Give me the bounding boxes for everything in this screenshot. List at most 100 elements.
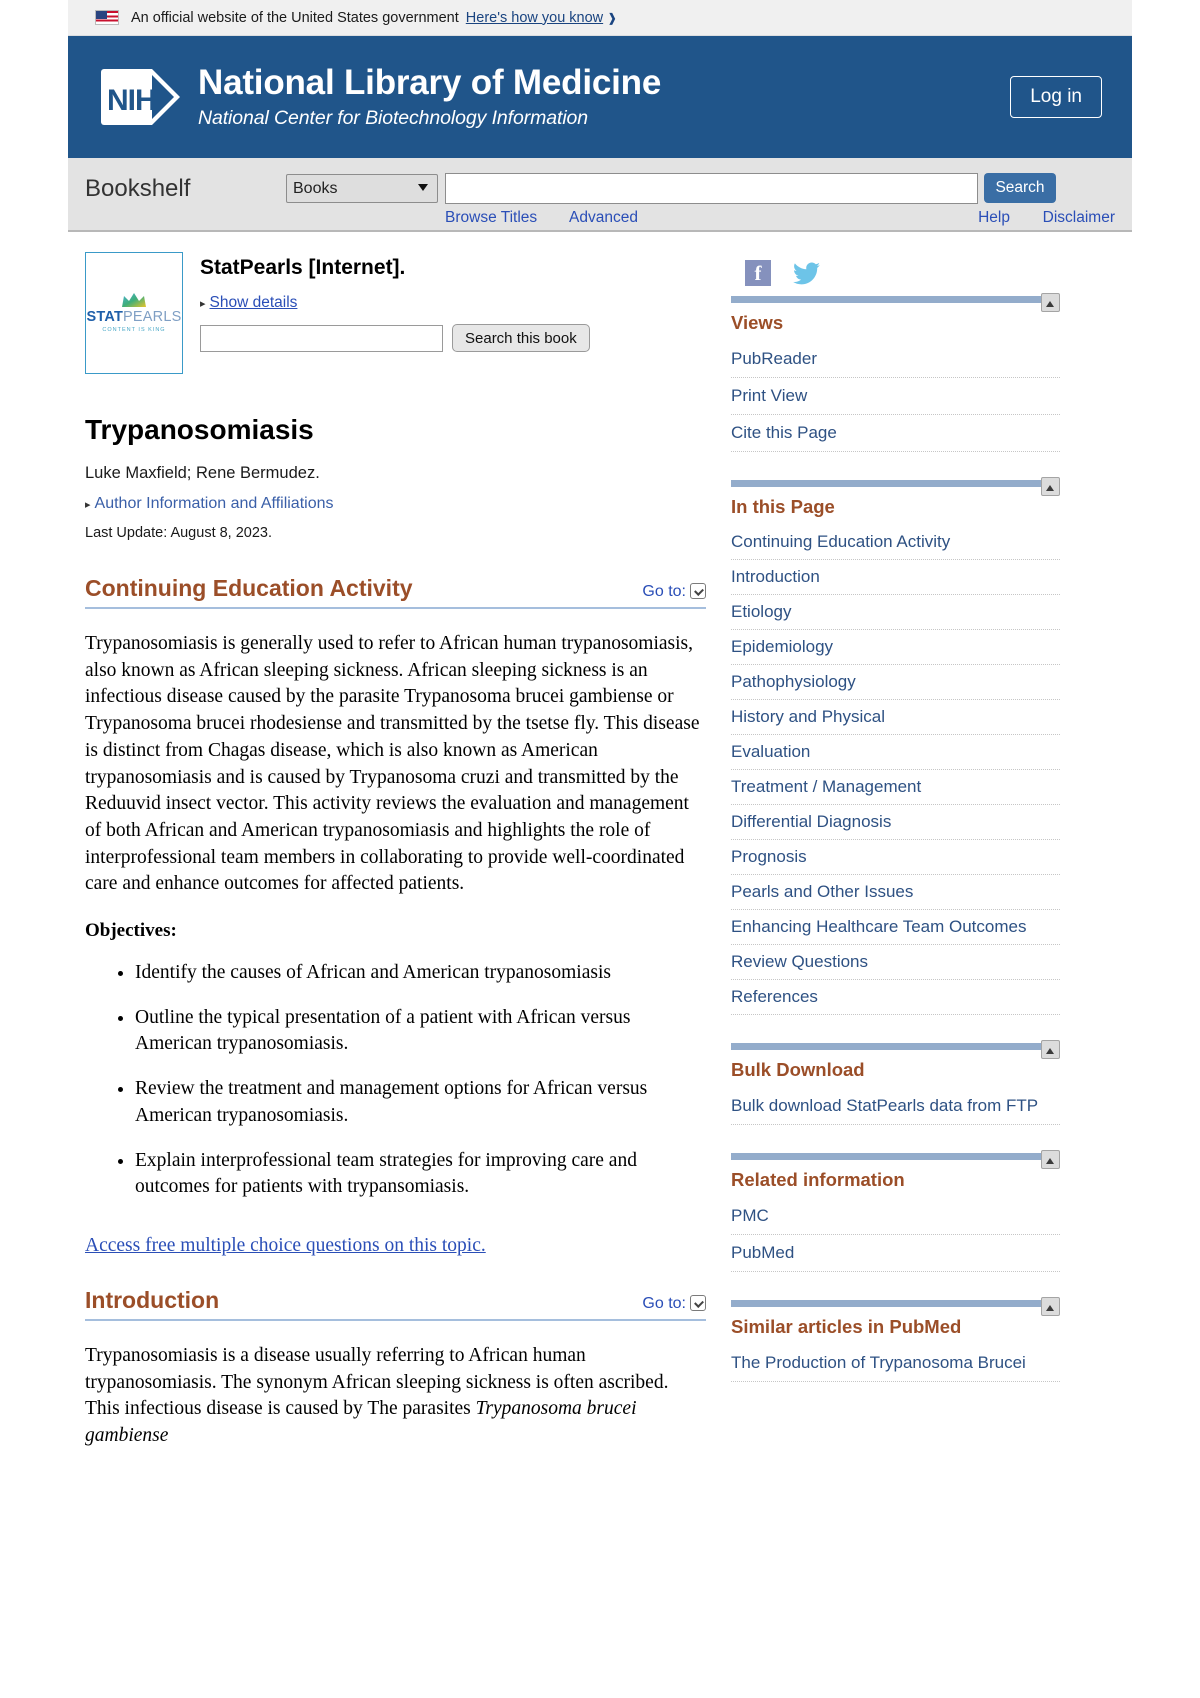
crown-icon [122, 293, 146, 307]
list-item: Pearls and Other Issues [731, 875, 1060, 910]
list-item: Review Questions [731, 945, 1060, 980]
sidebar-block-bulk-download: Bulk Download Bulk download StatPearls d… [731, 1040, 1060, 1125]
sidebar-block-related-information: Related information PMC PubMed [731, 1150, 1060, 1272]
main-column: STATPEARLS CONTENT IS KING StatPearls [I… [68, 246, 723, 1472]
sidebar-related-information-list: PMC PubMed [731, 1198, 1060, 1272]
sidebar-item-introduction[interactable]: Introduction [731, 567, 820, 586]
sidebar-item-pathophysiology[interactable]: Pathophysiology [731, 672, 856, 691]
book-search-input[interactable] [200, 324, 443, 352]
collapse-icon[interactable] [1041, 1150, 1060, 1169]
page-root: An official website of the United States… [0, 0, 1200, 1472]
list-item: Differential Diagnosis [731, 805, 1060, 840]
book-cover-image[interactable]: STATPEARLS CONTENT IS KING [85, 252, 183, 374]
collapse-icon[interactable] [1041, 477, 1060, 496]
author-information-link[interactable]: Author Information and Affiliations [95, 495, 334, 513]
divider [731, 296, 1060, 303]
browse-titles-link[interactable]: Browse Titles [445, 209, 537, 227]
mcq-link[interactable]: Access free multiple choice questions on… [85, 1235, 486, 1257]
list-item: Enhancing Healthcare Team Outcomes [731, 910, 1060, 945]
chevron-down-box-icon[interactable] [690, 1294, 706, 1311]
disclaimer-link[interactable]: Disclaimer [1043, 209, 1115, 227]
sidebar-item-history-and-physical[interactable]: History and Physical [731, 707, 885, 726]
list-item: References [731, 980, 1060, 1015]
book-header: STATPEARLS CONTENT IS KING StatPearls [I… [85, 252, 706, 374]
statpearls-tagline: CONTENT IS KING [102, 326, 166, 333]
us-flag-icon [95, 10, 119, 25]
sidebar-item-cite-this-page[interactable]: Cite this Page [731, 423, 837, 442]
sidebar-item-treatment-management[interactable]: Treatment / Management [731, 777, 921, 796]
list-item: Treatment / Management [731, 770, 1060, 805]
sidebar-item-evaluation[interactable]: Evaluation [731, 742, 810, 761]
sidebar-item-pmc[interactable]: PMC [731, 1206, 769, 1225]
show-details-link[interactable]: Show details [210, 294, 298, 312]
ncbi-subtitle: National Center for Biotechnology Inform… [198, 107, 589, 130]
chevron-down-icon[interactable]: ❱ [607, 11, 617, 25]
sidebar-item-enhancing-healthcare-team-outcomes[interactable]: Enhancing Healthcare Team Outcomes [731, 917, 1026, 936]
section-title: Introduction [85, 1286, 220, 1313]
sidebar-block-title: In this Page [731, 477, 1060, 525]
list-item: PubReader [731, 341, 1060, 378]
statpearls-wordmark: STATPEARLS [86, 309, 182, 325]
divider [731, 1300, 1060, 1307]
goto-control[interactable]: Go to: [642, 1294, 706, 1313]
sidebar-in-this-page-title: In this Page [731, 496, 835, 517]
list-item: History and Physical [731, 700, 1060, 735]
site-name: Bookshelf [85, 175, 191, 202]
list-item: PMC [731, 1198, 1060, 1235]
sidebar-block-title: Related information [731, 1150, 1060, 1198]
goto-control[interactable]: Go to: [642, 583, 706, 601]
content-wrapper: STATPEARLS CONTENT IS KING StatPearls [I… [68, 232, 1132, 1472]
login-button[interactable]: Log in [1010, 76, 1102, 118]
sidebar-item-bulk-download-ftp[interactable]: Bulk download StatPearls data from FTP [731, 1096, 1038, 1115]
chevron-down-box-icon[interactable] [690, 583, 706, 599]
sidebar-item-pubmed[interactable]: PubMed [731, 1243, 794, 1262]
sidebar-item-pearls-and-other-issues[interactable]: Pearls and Other Issues [731, 882, 913, 901]
sidebar-item-pubreader[interactable]: PubReader [731, 349, 817, 368]
gov-banner: An official website of the United States… [68, 0, 1132, 36]
collapse-icon[interactable] [1041, 293, 1060, 312]
sidebar-item-references[interactable]: References [731, 987, 818, 1006]
list-item: Pathophysiology [731, 665, 1060, 700]
sidebar-item-review-questions[interactable]: Review Questions [731, 952, 868, 971]
sidebar-item-continuing-education-activity[interactable]: Continuing Education Activity [731, 532, 950, 551]
nlm-logo[interactable]: NIH National Library of Medicine Nationa… [100, 65, 661, 128]
list-item: The Production of Trypanosoma Brucei [731, 1345, 1060, 1382]
help-link[interactable]: Help [978, 209, 1010, 227]
search-input[interactable] [445, 173, 978, 204]
sidebar-item-prognosis[interactable]: Prognosis [731, 847, 807, 866]
collapse-icon[interactable] [1041, 1297, 1060, 1316]
sidebar-item-print-view[interactable]: Print View [731, 386, 807, 405]
sidebar-similar-articles-list: The Production of Trypanosoma Brucei [731, 1345, 1060, 1382]
show-details-row: ▸ Show details [200, 294, 590, 324]
search-this-book-button[interactable]: Search this book [452, 324, 590, 352]
sidebar-similar-articles-title: Similar articles in PubMed [731, 1316, 962, 1337]
sidebar: f Views PubReader Print View Cite this P… [723, 246, 1072, 1472]
sidebar-item-epidemiology[interactable]: Epidemiology [731, 637, 833, 656]
advanced-search-link[interactable]: Advanced [569, 209, 638, 227]
section-header-introduction: Introduction Go to: [85, 1287, 706, 1321]
list-item: Introduction [731, 560, 1060, 595]
sidebar-views-title: Views [731, 312, 784, 333]
sidebar-block-in-this-page: In this Page Continuing Education Activi… [731, 477, 1060, 1015]
divider [731, 1153, 1060, 1160]
sidebar-item-differential-diagnosis[interactable]: Differential Diagnosis [731, 812, 891, 831]
sidebar-item-similar-article-1[interactable]: The Production of Trypanosoma Brucei [731, 1353, 1026, 1372]
chevron-down-icon [418, 184, 428, 191]
sidebar-item-etiology[interactable]: Etiology [731, 602, 791, 621]
facebook-icon[interactable]: f [745, 260, 771, 286]
sidebar-in-this-page-list: Continuing Education Activity Introducti… [731, 525, 1060, 1015]
list-item: PubMed [731, 1235, 1060, 1272]
collapse-icon[interactable] [1041, 1040, 1060, 1059]
sidebar-views-list: PubReader Print View Cite this Page [731, 341, 1060, 452]
list-item: Continuing Education Activity [731, 525, 1060, 560]
database-select[interactable]: Books [286, 174, 438, 203]
gov-banner-link[interactable]: Here's how you know [466, 10, 603, 26]
goto-label: Go to: [642, 583, 686, 600]
last-update: Last Update: August 8, 2023. [85, 525, 273, 541]
twitter-icon[interactable] [793, 260, 821, 286]
divider [731, 480, 1060, 487]
gov-banner-text: An official website of the United States… [131, 9, 459, 26]
search-button[interactable]: Search [984, 173, 1056, 203]
list-item: Evaluation [731, 735, 1060, 770]
database-select-value: Books [293, 179, 338, 197]
